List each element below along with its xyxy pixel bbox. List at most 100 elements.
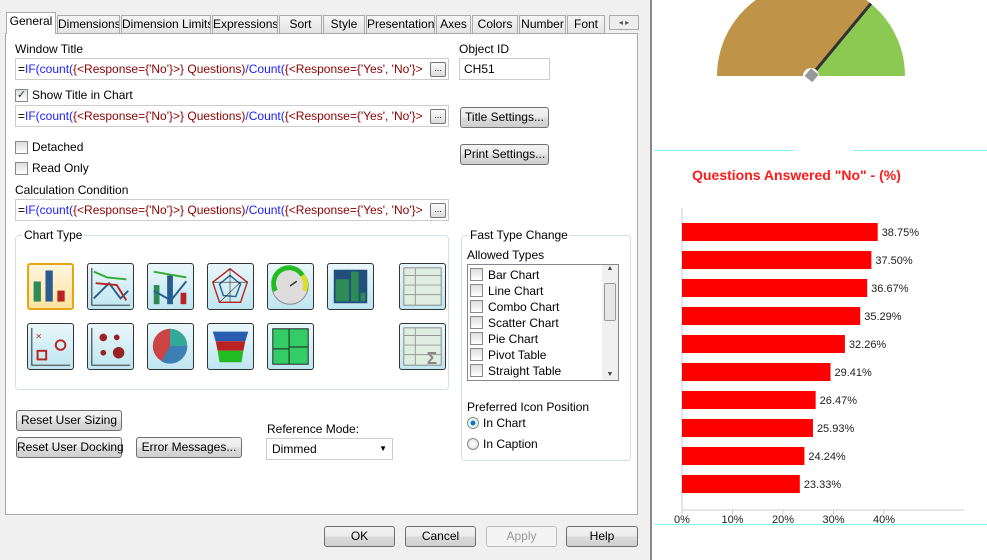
- tab-dimension-limits[interactable]: Dimension Limits: [121, 15, 211, 34]
- bar: [682, 391, 816, 409]
- edit-expression-button[interactable]: ...: [430, 109, 446, 124]
- bar-value-label: 38.75%: [882, 227, 920, 239]
- line-chart-type-icon[interactable]: [87, 263, 134, 310]
- bar-value-label: 35.29%: [864, 311, 902, 323]
- tab-font[interactable]: Font: [567, 15, 605, 34]
- in-chart-radio[interactable]: [467, 417, 479, 429]
- error-messages-button[interactable]: Error Messages...: [136, 437, 242, 458]
- print-settings-button[interactable]: Print Settings...: [460, 144, 549, 165]
- svg-text:×: ×: [36, 330, 42, 342]
- pivot-table-type-icon[interactable]: [399, 263, 446, 310]
- allowed-type-checkbox[interactable]: [470, 268, 483, 281]
- expression-segment: IF(count(: [25, 203, 74, 217]
- expression-segment: =: [18, 109, 26, 123]
- window-title-input[interactable]: =IF(count({<Response={'No'}>} Questions)…: [15, 58, 449, 80]
- expression-segment: /Count(: [245, 62, 285, 76]
- tab-colors[interactable]: Colors: [472, 15, 518, 34]
- bar-chart-title: Questions Answered "No" - (%): [692, 167, 901, 183]
- tab-style[interactable]: Style: [323, 15, 365, 34]
- expression-segment: /Count(: [245, 203, 285, 217]
- allowed-types-list[interactable]: Bar Chart Line Chart Combo Chart Scatter Ch…: [467, 264, 619, 381]
- reset-user-docking-button[interactable]: Reset User Docking: [16, 437, 124, 458]
- expression-segment: {<Response={'Yes', 'No'}>: [284, 62, 423, 76]
- in-caption-label: In Caption: [483, 437, 538, 451]
- tab-presentation[interactable]: Presentation: [366, 15, 435, 34]
- funnel-chart-type-icon[interactable]: [207, 323, 254, 370]
- calc-condition-input[interactable]: =IF(count({<Response={'No'}>} Questions)…: [15, 199, 449, 221]
- allowed-types-label: Allowed Types: [467, 248, 545, 262]
- allowed-type-checkbox[interactable]: [470, 284, 483, 297]
- fast-type-label: Fast Type Change: [468, 228, 570, 242]
- reference-mode-label: Reference Mode:: [267, 422, 360, 436]
- tab-expressions[interactable]: Expressions: [212, 15, 278, 34]
- gauge-chart-type-icon[interactable]: [267, 263, 314, 310]
- pie-chart-type-icon[interactable]: [147, 323, 194, 370]
- tab-number[interactable]: Number: [519, 15, 566, 34]
- object-id-label: Object ID: [459, 42, 510, 56]
- bar: [682, 419, 813, 437]
- read-only-checkbox[interactable]: [15, 162, 28, 175]
- block-chart-type-icon[interactable]: [327, 263, 374, 310]
- detached-label: Detached: [32, 140, 84, 154]
- tab-scroll-buttons[interactable]: ◂ ▸: [609, 15, 639, 30]
- reference-mode-select[interactable]: Dimmed ▼: [266, 438, 393, 460]
- ok-button[interactable]: OK: [324, 526, 395, 547]
- allowed-type-label: Pivot Table: [488, 348, 547, 362]
- bar: [682, 223, 878, 241]
- tab-axes[interactable]: Axes: [436, 15, 471, 34]
- bar: [682, 279, 868, 297]
- in-caption-radio[interactable]: [467, 438, 479, 450]
- expression-segment: {<Response={'No'}>} Questions): [73, 109, 246, 123]
- tab-dimensions[interactable]: Dimensions: [57, 15, 120, 34]
- expression-segment: {<Response={'No'}>} Questions): [73, 203, 246, 217]
- bar-value-label: 32.26%: [849, 339, 887, 351]
- radar-chart-type-icon[interactable]: [207, 263, 254, 310]
- divider-line: [853, 150, 987, 151]
- allowed-type-checkbox[interactable]: [470, 316, 483, 329]
- chevron-down-icon: ▼: [379, 444, 387, 453]
- bar-value-label: 24.24%: [808, 451, 846, 463]
- reset-user-sizing-button[interactable]: Reset User Sizing: [16, 410, 122, 431]
- edit-expression-button[interactable]: ...: [430, 62, 446, 77]
- bar: [682, 447, 805, 465]
- expression-segment: /Count(: [245, 109, 285, 123]
- allowed-type-checkbox[interactable]: [470, 348, 483, 361]
- bar-value-label: 26.47%: [820, 395, 858, 407]
- divider-line: [654, 524, 987, 525]
- expression-segment: IF(count(: [25, 62, 74, 76]
- svg-text:Σ: Σ: [427, 348, 437, 368]
- edit-expression-button[interactable]: ...: [430, 203, 446, 218]
- grid-chart-type-icon[interactable]: [87, 323, 134, 370]
- allowed-type-checkbox[interactable]: [470, 364, 483, 377]
- tab-sort[interactable]: Sort: [279, 15, 322, 34]
- detached-checkbox[interactable]: [15, 141, 28, 154]
- allowed-type-label: Combo Chart: [488, 300, 560, 314]
- scatter-chart-type-icon[interactable]: ×: [27, 323, 74, 370]
- expression-segment: IF(count(: [25, 109, 74, 123]
- chart-title-input[interactable]: =IF(count({<Response={'No'}>} Questions)…: [15, 105, 449, 127]
- help-button[interactable]: Help: [566, 526, 638, 547]
- list-scrollbar[interactable]: ▲ ▼: [602, 265, 618, 380]
- bar-value-label: 36.67%: [871, 283, 909, 295]
- bar-chart-type-icon[interactable]: [27, 263, 74, 310]
- bar: [682, 475, 800, 493]
- chart-type-label: Chart Type: [22, 228, 85, 242]
- title-settings-button[interactable]: Title Settings...: [460, 107, 549, 128]
- allowed-type-checkbox[interactable]: [470, 300, 483, 313]
- calc-condition-label: Calculation Condition: [15, 183, 129, 197]
- icon-position-label: Preferred Icon Position: [467, 400, 590, 414]
- expression-segment: =: [18, 203, 26, 217]
- straight-table-type-icon[interactable]: Σ: [399, 323, 446, 370]
- apply-button[interactable]: Apply: [486, 526, 557, 547]
- cancel-button[interactable]: Cancel: [405, 526, 476, 547]
- object-id-input[interactable]: CH51: [459, 58, 550, 80]
- tab-general[interactable]: General: [6, 12, 56, 34]
- allowed-type-checkbox[interactable]: [470, 332, 483, 345]
- show-title-checkbox[interactable]: ✓: [15, 89, 28, 102]
- combo-chart-type-icon[interactable]: [147, 263, 194, 310]
- allowed-type-label: Straight Table: [488, 364, 562, 378]
- in-chart-label: In Chart: [483, 416, 526, 430]
- allowed-type-label: Scatter Chart: [488, 316, 559, 330]
- mekko-chart-type-icon[interactable]: [267, 323, 314, 370]
- bar-value-label: 25.93%: [817, 423, 855, 435]
